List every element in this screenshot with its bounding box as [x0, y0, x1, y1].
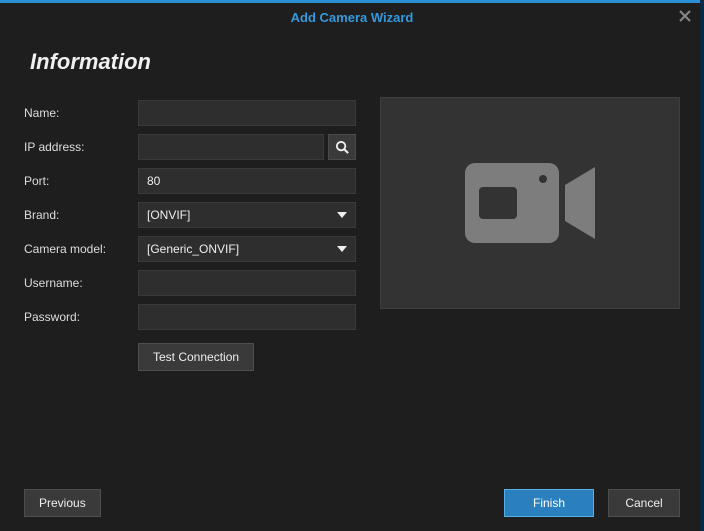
chevron-down-icon	[337, 212, 347, 218]
row-username: Username:	[24, 267, 356, 299]
row-port: Port:	[24, 165, 356, 197]
ip-address-field[interactable]	[138, 134, 324, 160]
camera-model-select-value: [Generic_ONVIF]	[147, 242, 239, 256]
label-password: Password:	[24, 310, 138, 324]
add-camera-wizard-window: Add Camera Wizard Information Name: IP a…	[0, 0, 704, 531]
brand-select-value: [ONVIF]	[147, 208, 190, 222]
row-model: Camera model: [Generic_ONVIF]	[24, 233, 356, 265]
row-brand: Brand: [ONVIF]	[24, 199, 356, 231]
name-field[interactable]	[138, 100, 356, 126]
password-field[interactable]	[138, 304, 356, 330]
camera-form: Name: IP address: Port:	[24, 97, 356, 371]
label-brand: Brand:	[24, 208, 138, 222]
row-ip: IP address:	[24, 131, 356, 163]
window-right-edge	[700, 0, 704, 531]
cancel-button[interactable]: Cancel	[608, 489, 680, 517]
camera-preview-panel	[380, 97, 680, 309]
label-model: Camera model:	[24, 242, 138, 256]
window-title: Add Camera Wizard	[0, 3, 704, 33]
row-test: Test Connection	[138, 343, 356, 371]
close-button[interactable]	[678, 9, 692, 23]
page-title: Information	[30, 49, 680, 75]
label-name: Name:	[24, 106, 138, 120]
dialog-body: Information Name: IP address:	[0, 33, 704, 371]
camera-model-select[interactable]: [Generic_ONVIF]	[138, 236, 356, 262]
search-ip-button[interactable]	[328, 134, 356, 160]
brand-select[interactable]: [ONVIF]	[138, 202, 356, 228]
dialog-footer: Previous Finish Cancel	[0, 489, 704, 517]
port-field[interactable]	[138, 168, 356, 194]
chevron-down-icon	[337, 246, 347, 252]
username-field[interactable]	[138, 270, 356, 296]
row-password: Password:	[24, 301, 356, 333]
row-name: Name:	[24, 97, 356, 129]
label-username: Username:	[24, 276, 138, 290]
label-port: Port:	[24, 174, 138, 188]
close-icon	[678, 9, 692, 23]
test-connection-button[interactable]: Test Connection	[138, 343, 254, 371]
previous-button[interactable]: Previous	[24, 489, 101, 517]
search-icon	[335, 140, 350, 155]
camera-icon	[465, 159, 595, 247]
label-ip: IP address:	[24, 140, 138, 154]
title-bar: Add Camera Wizard	[0, 3, 704, 33]
finish-button[interactable]: Finish	[504, 489, 594, 517]
content-area: Name: IP address: Port:	[24, 97, 680, 371]
